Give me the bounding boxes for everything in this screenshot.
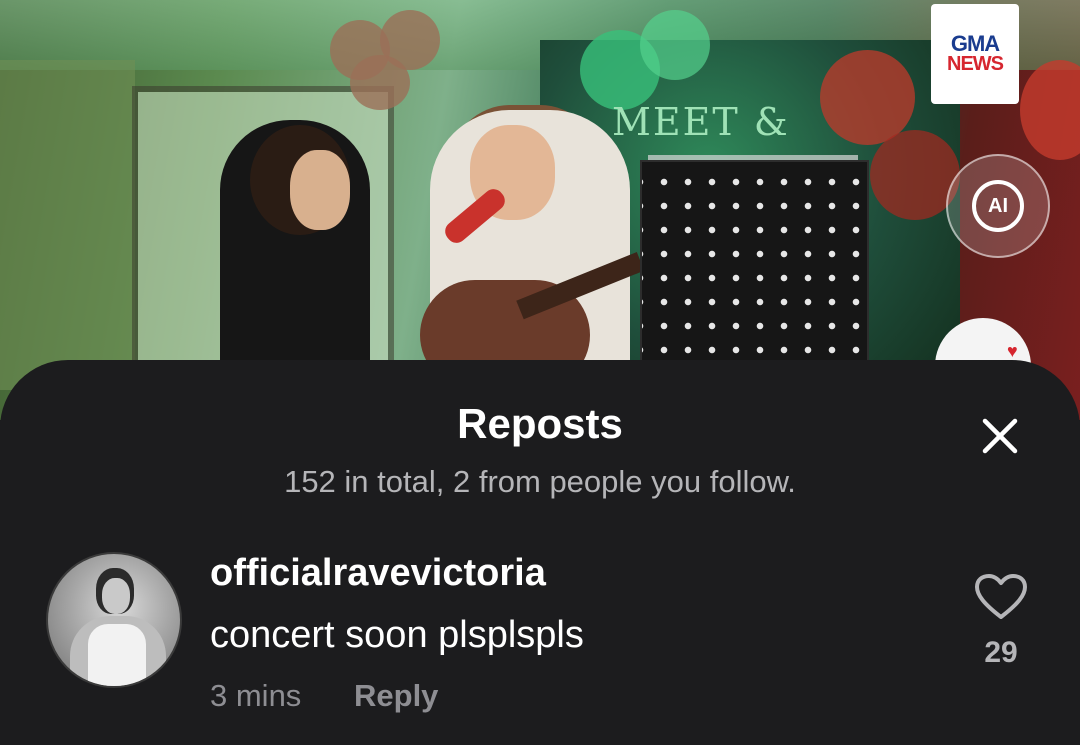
sheet-title: Reposts	[457, 400, 623, 447]
like-button[interactable]	[972, 570, 1030, 624]
comment-username[interactable]: officialravevictoria	[210, 552, 546, 595]
comment-timestamp: 3 mins	[210, 678, 302, 713]
app-screen: MEET & GMA NEWS AI ♥ Reposts 152 in tota…	[0, 0, 1080, 745]
close-button[interactable]	[970, 406, 1030, 466]
avatar-shirt	[88, 624, 146, 686]
gma-news-logo: GMA NEWS	[931, 4, 1019, 104]
video-person-left-face	[290, 150, 350, 230]
avatar[interactable]	[46, 552, 182, 688]
close-icon	[982, 418, 1018, 454]
logo-top-text: GMA	[950, 31, 1000, 56]
reposts-sheet: Reposts 152 in total, 2 from people you …	[0, 360, 1080, 745]
video-background[interactable]: MEET &	[0, 0, 1080, 420]
video-flower	[640, 10, 710, 80]
ai-icon: AI	[972, 180, 1024, 232]
sheet-subtitle: 152 in total, 2 from people you follow.	[284, 464, 796, 499]
list-item[interactable]: officialravevictoria concert soon plspls…	[0, 550, 1080, 730]
video-backdrop-sign: MEET &	[612, 100, 790, 144]
heart-icon: ♥	[1007, 341, 1018, 361]
comment-text: concert soon plsplspls	[210, 614, 584, 656]
ai-label-badge[interactable]: AI	[946, 154, 1050, 258]
ai-badge-text: AI	[988, 194, 1008, 217]
avatar-face	[102, 578, 130, 614]
video-flower	[1020, 60, 1080, 160]
video-flower	[820, 50, 915, 145]
heart-outline-icon	[975, 574, 1027, 619]
video-balloon	[350, 55, 410, 110]
video-music-stand	[640, 160, 869, 364]
video-wall	[0, 60, 135, 390]
like-count: 29	[984, 636, 1018, 669]
logo-bottom-text: NEWS	[947, 53, 1004, 75]
reply-button[interactable]: Reply	[354, 678, 438, 714]
